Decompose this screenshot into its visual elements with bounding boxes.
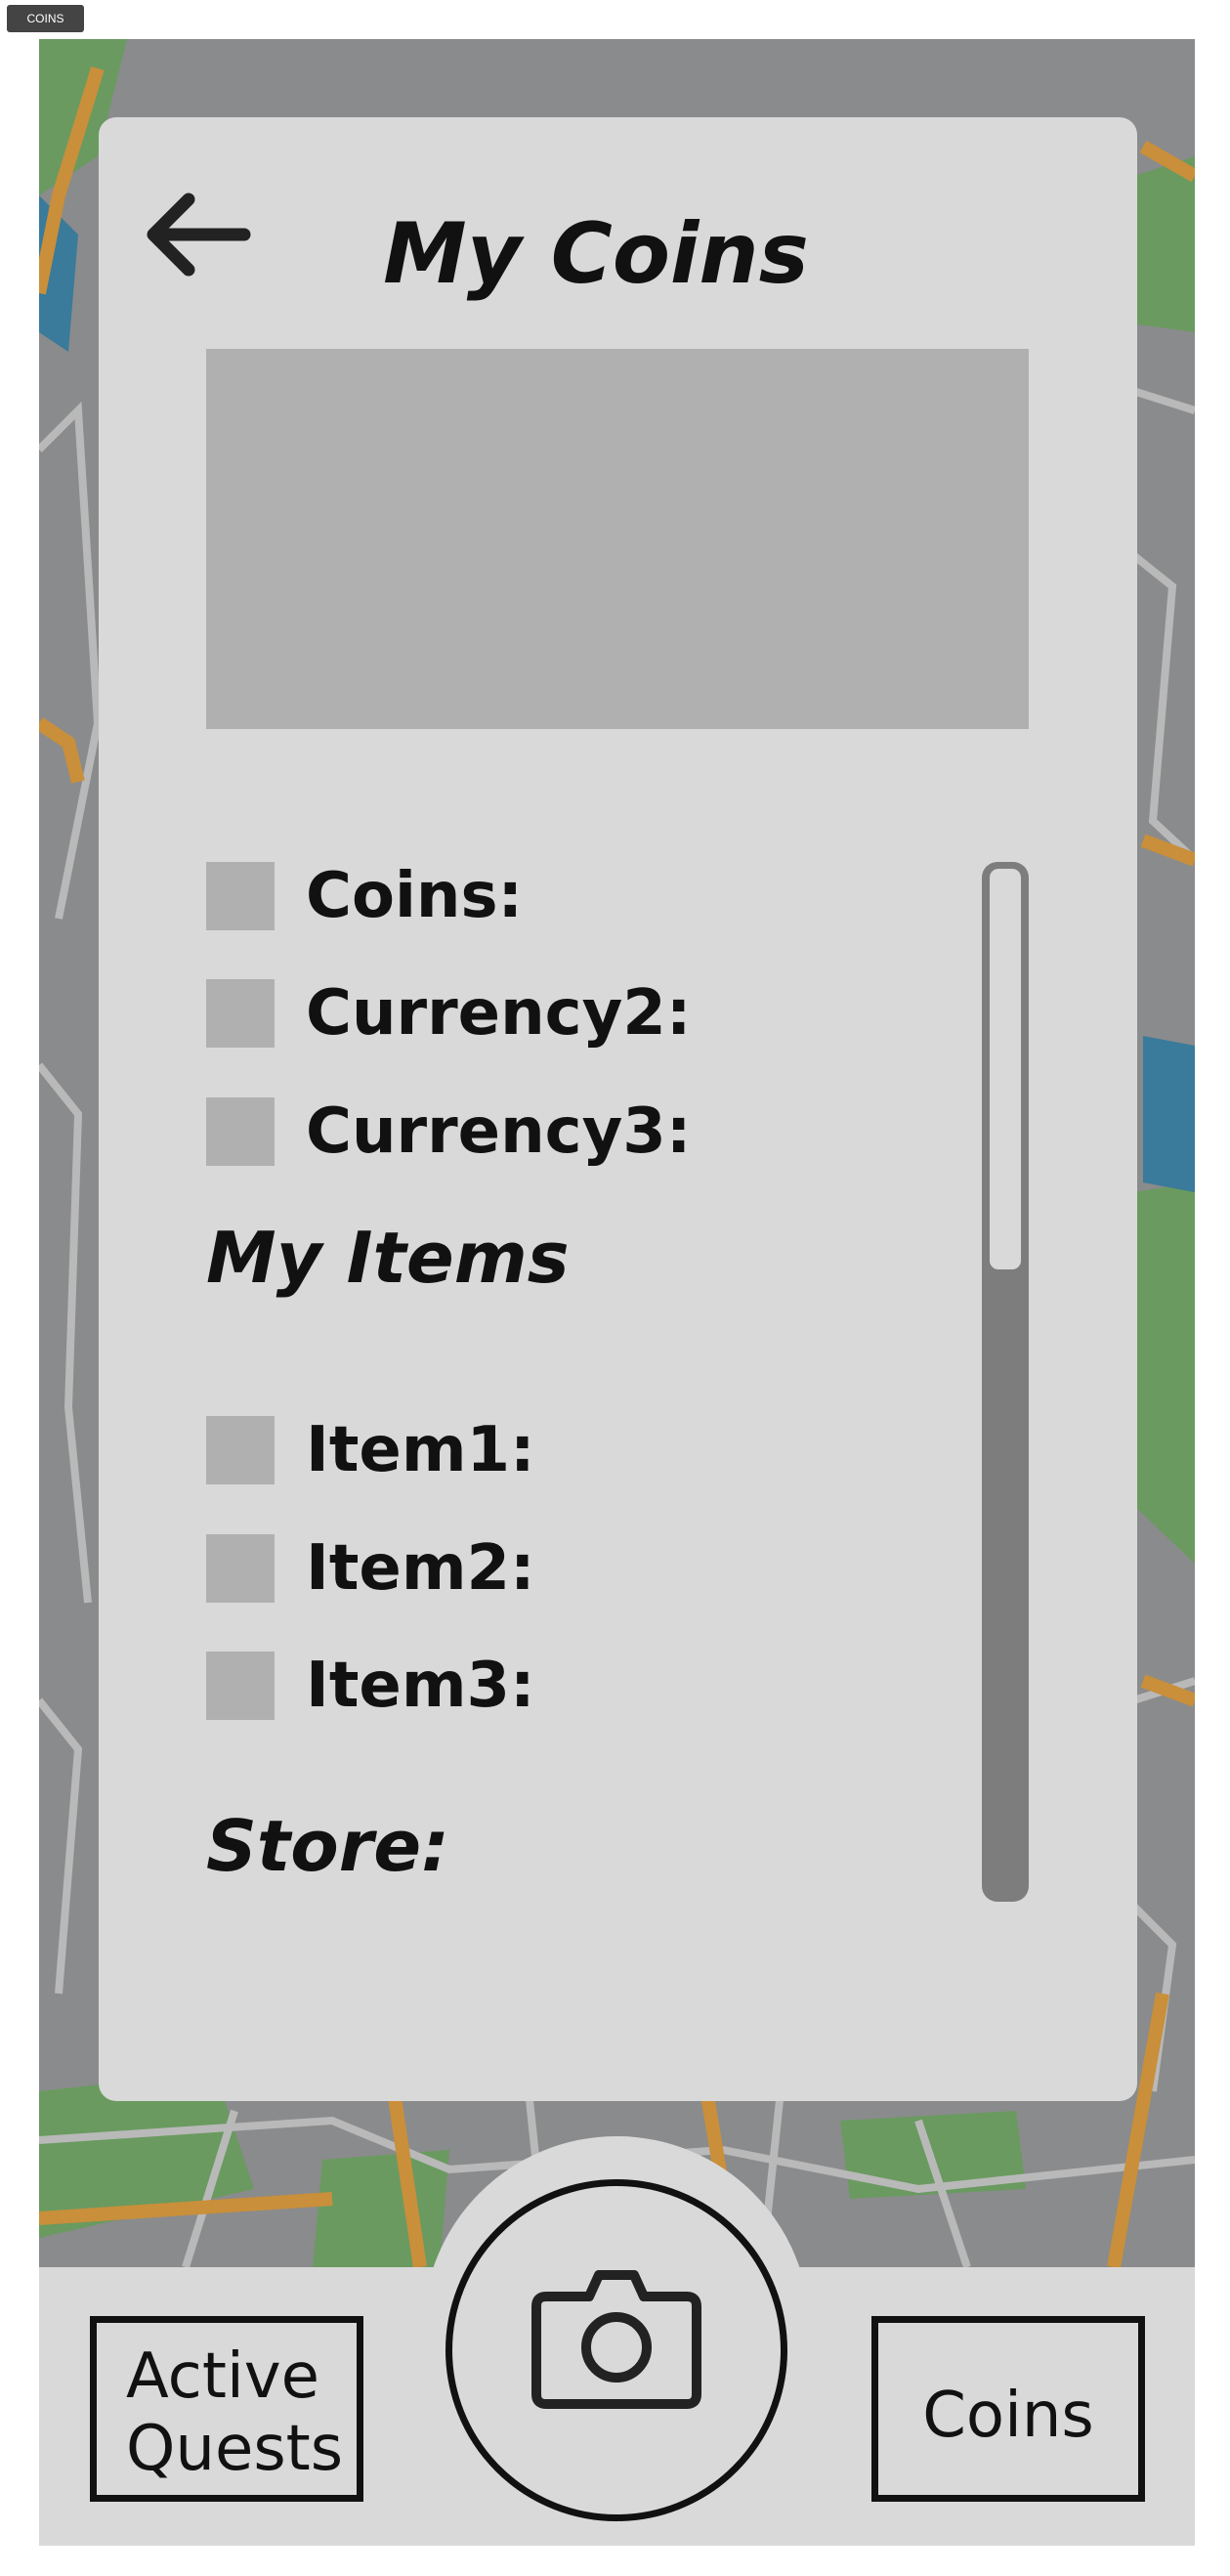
item-label: Item1: [306, 1414, 535, 1486]
item-row-item1: Item1: [206, 1414, 535, 1486]
item-label: Item3: [306, 1650, 535, 1722]
camera-icon [529, 2257, 704, 2414]
currency-icon-placeholder [206, 862, 275, 930]
active-quests-label-line1: Active [126, 2340, 319, 2413]
phone-screen: My Coins Coins: Currency2: Currency3: My… [39, 39, 1195, 2546]
currency-icon-placeholder [206, 1097, 275, 1166]
coins-preview-placeholder [206, 349, 1029, 729]
coins-button-label: Coins [922, 2380, 1094, 2452]
currency-row-coins: Coins: [206, 860, 524, 932]
item-row-item2: Item2: [206, 1532, 535, 1605]
item-label: Item2: [306, 1532, 535, 1605]
item-icon-placeholder [206, 1416, 275, 1484]
page-title: My Coins [383, 205, 809, 303]
scrollbar-thumb[interactable] [987, 866, 1024, 1272]
coins-button[interactable]: Coins [871, 2316, 1145, 2502]
store-heading: Store: [206, 1805, 449, 1887]
item-row-item3: Item3: [206, 1650, 535, 1722]
item-icon-placeholder [206, 1652, 275, 1720]
my-items-heading: My Items [206, 1217, 570, 1299]
currency-label: Currency3: [306, 1095, 692, 1168]
currency-icon-placeholder [206, 979, 275, 1048]
active-quests-label-line2: Quests [126, 2413, 344, 2485]
currency-row-currency2: Currency2: [206, 977, 692, 1050]
currency-row-currency3: Currency3: [206, 1095, 692, 1168]
currency-label: Currency2: [306, 977, 692, 1050]
active-quests-button[interactable]: Active Quests [90, 2316, 363, 2502]
page-tag: COINS [7, 5, 84, 32]
currency-label: Coins: [306, 860, 524, 932]
item-icon-placeholder [206, 1534, 275, 1603]
